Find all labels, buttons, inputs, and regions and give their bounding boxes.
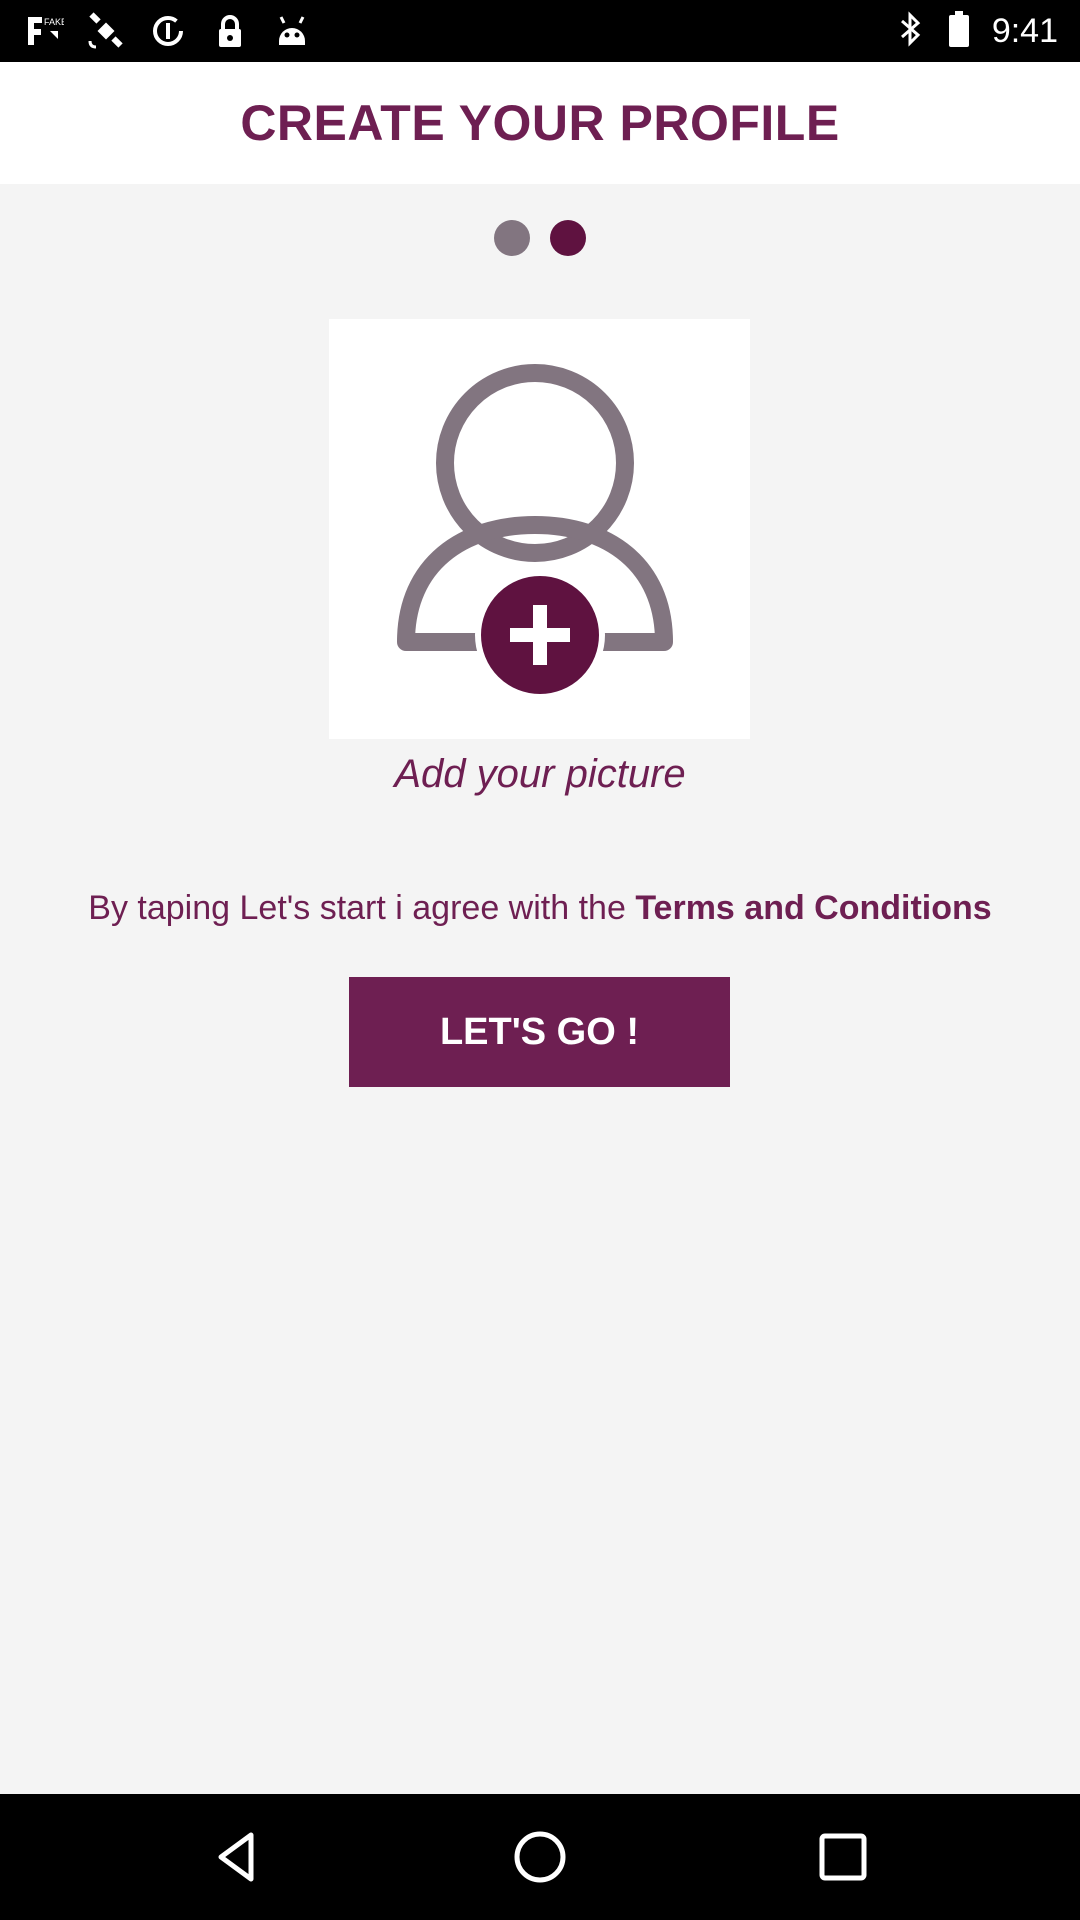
terms-text: By taping Let's start i agree with the T…	[0, 889, 1080, 928]
navigation-bar	[0, 1794, 1080, 1920]
satellite-icon	[86, 11, 126, 51]
recents-button[interactable]	[808, 1822, 878, 1892]
lets-go-button[interactable]: LET'S GO !	[349, 977, 730, 1087]
terms-prefix: By taping Let's start i agree with the	[88, 889, 636, 927]
status-icons-right: 9:41	[896, 10, 1058, 52]
page-title: CREATE YOUR PROFILE	[240, 95, 840, 151]
home-button[interactable]	[505, 1822, 575, 1892]
add-picture-button[interactable]	[329, 319, 750, 739]
home-icon	[514, 1831, 566, 1883]
recents-icon	[819, 1833, 867, 1881]
fake-gps-icon: FAKE	[24, 11, 64, 51]
lock-icon	[210, 11, 250, 51]
back-button[interactable]	[202, 1822, 272, 1892]
svg-text:FAKE: FAKE	[44, 17, 64, 27]
data-saver-icon	[148, 11, 188, 51]
page-dot-2-active[interactable]	[550, 220, 586, 256]
status-time: 9:41	[991, 11, 1058, 50]
status-bar: FAKE	[0, 0, 1080, 62]
page-indicator	[0, 220, 1080, 256]
add-user-icon	[397, 364, 673, 700]
add-picture-label: Add your picture	[394, 752, 686, 796]
status-icons-left: FAKE	[24, 10, 312, 52]
page-dot-1[interactable]	[494, 220, 530, 256]
back-icon	[218, 1832, 254, 1882]
terms-and-conditions-link[interactable]: Terms and Conditions	[635, 889, 991, 927]
android-icon	[272, 11, 312, 51]
battery-icon	[946, 9, 972, 54]
app-header: CREATE YOUR PROFILE	[0, 62, 1080, 184]
bluetooth-icon	[896, 9, 926, 54]
